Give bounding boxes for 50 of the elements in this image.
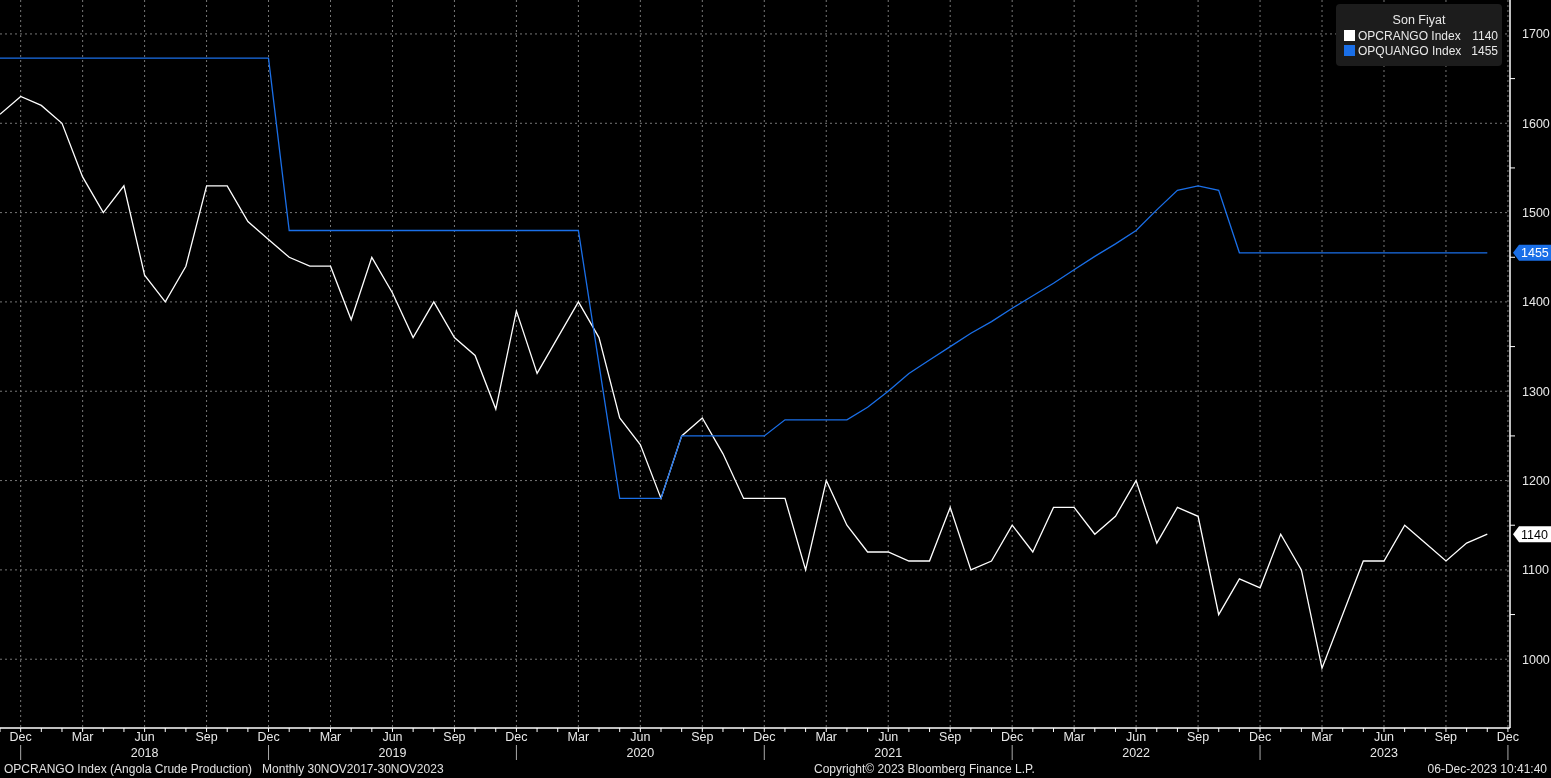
x-axis-label: Dec: [1001, 730, 1024, 744]
y-axis-label: 1400: [1522, 295, 1550, 310]
x-axis-label: Sep: [443, 730, 466, 744]
x-axis-label: Mar: [815, 730, 838, 744]
y-axis-label: 1000: [1522, 652, 1550, 667]
x-axis-label: Sep: [1186, 730, 1210, 744]
y-axis-label: 1100: [1522, 563, 1549, 578]
x-axis-label: Mar: [319, 730, 342, 744]
x-axis-label: Dec: [257, 730, 280, 744]
year-label: 2023: [1370, 746, 1398, 760]
x-axis-label: Sep: [195, 730, 218, 744]
x-axis-label: Mar: [71, 730, 94, 744]
x-axis-label: Mar: [1311, 730, 1333, 744]
x-axis-label: Mar: [1063, 730, 1085, 744]
x-axis-label: Jun: [1126, 730, 1147, 744]
y-axis-label: 1300: [1522, 384, 1550, 399]
x-axis-label: Dec: [1248, 730, 1272, 744]
legend-label: OPCRANGO Index: [1358, 29, 1461, 43]
x-axis-label: Dec: [753, 730, 776, 744]
x-axis-label: Dec: [1496, 730, 1520, 744]
x-axis-label: Jun: [382, 730, 403, 744]
x-axis-label: Mar: [567, 730, 590, 744]
security-description: OPCRANGO Index (Angola Crude Production): [4, 762, 253, 776]
period-label: Monthly 30NOV2017-30NOV2023: [262, 762, 444, 776]
x-axis-label: Dec: [505, 730, 528, 744]
y-axis-label: 1700: [1522, 27, 1550, 42]
year-label: 2021: [874, 746, 903, 760]
year-label: 2019: [378, 746, 407, 760]
legend-value: 1140: [1472, 29, 1498, 43]
legend-label: OPQUANGO Index: [1358, 44, 1462, 58]
x-axis-label: Sep: [691, 730, 714, 744]
timestamp: 06-Dec-2023 10:41:40: [1427, 762, 1547, 776]
value-badge: 1455: [1513, 244, 1551, 261]
year-label: 2018: [130, 746, 159, 760]
x-axis-label: Sep: [939, 730, 962, 744]
x-axis-label: Sep: [1434, 730, 1458, 744]
y-axis-label: 1600: [1522, 116, 1550, 131]
x-axis-label: Jun: [878, 730, 899, 744]
year-label: 2020: [626, 746, 655, 760]
copyright-text: Copyright© 2023 Bloomberg Finance L.P.: [814, 762, 1036, 776]
legend-title: Son Fiyat: [1392, 13, 1446, 27]
x-axis-label: Jun: [134, 730, 155, 744]
x-axis-label: Jun: [630, 730, 651, 744]
year-label: 2022: [1122, 746, 1150, 760]
y-axis-label: 1200: [1522, 474, 1550, 489]
legend-value: 1455: [1471, 44, 1498, 58]
value-badge: 1140: [1513, 526, 1551, 543]
x-axis-label: Jun: [1373, 730, 1395, 744]
x-axis-label: Dec: [9, 730, 32, 744]
y-axis-label: 1500: [1522, 206, 1550, 221]
